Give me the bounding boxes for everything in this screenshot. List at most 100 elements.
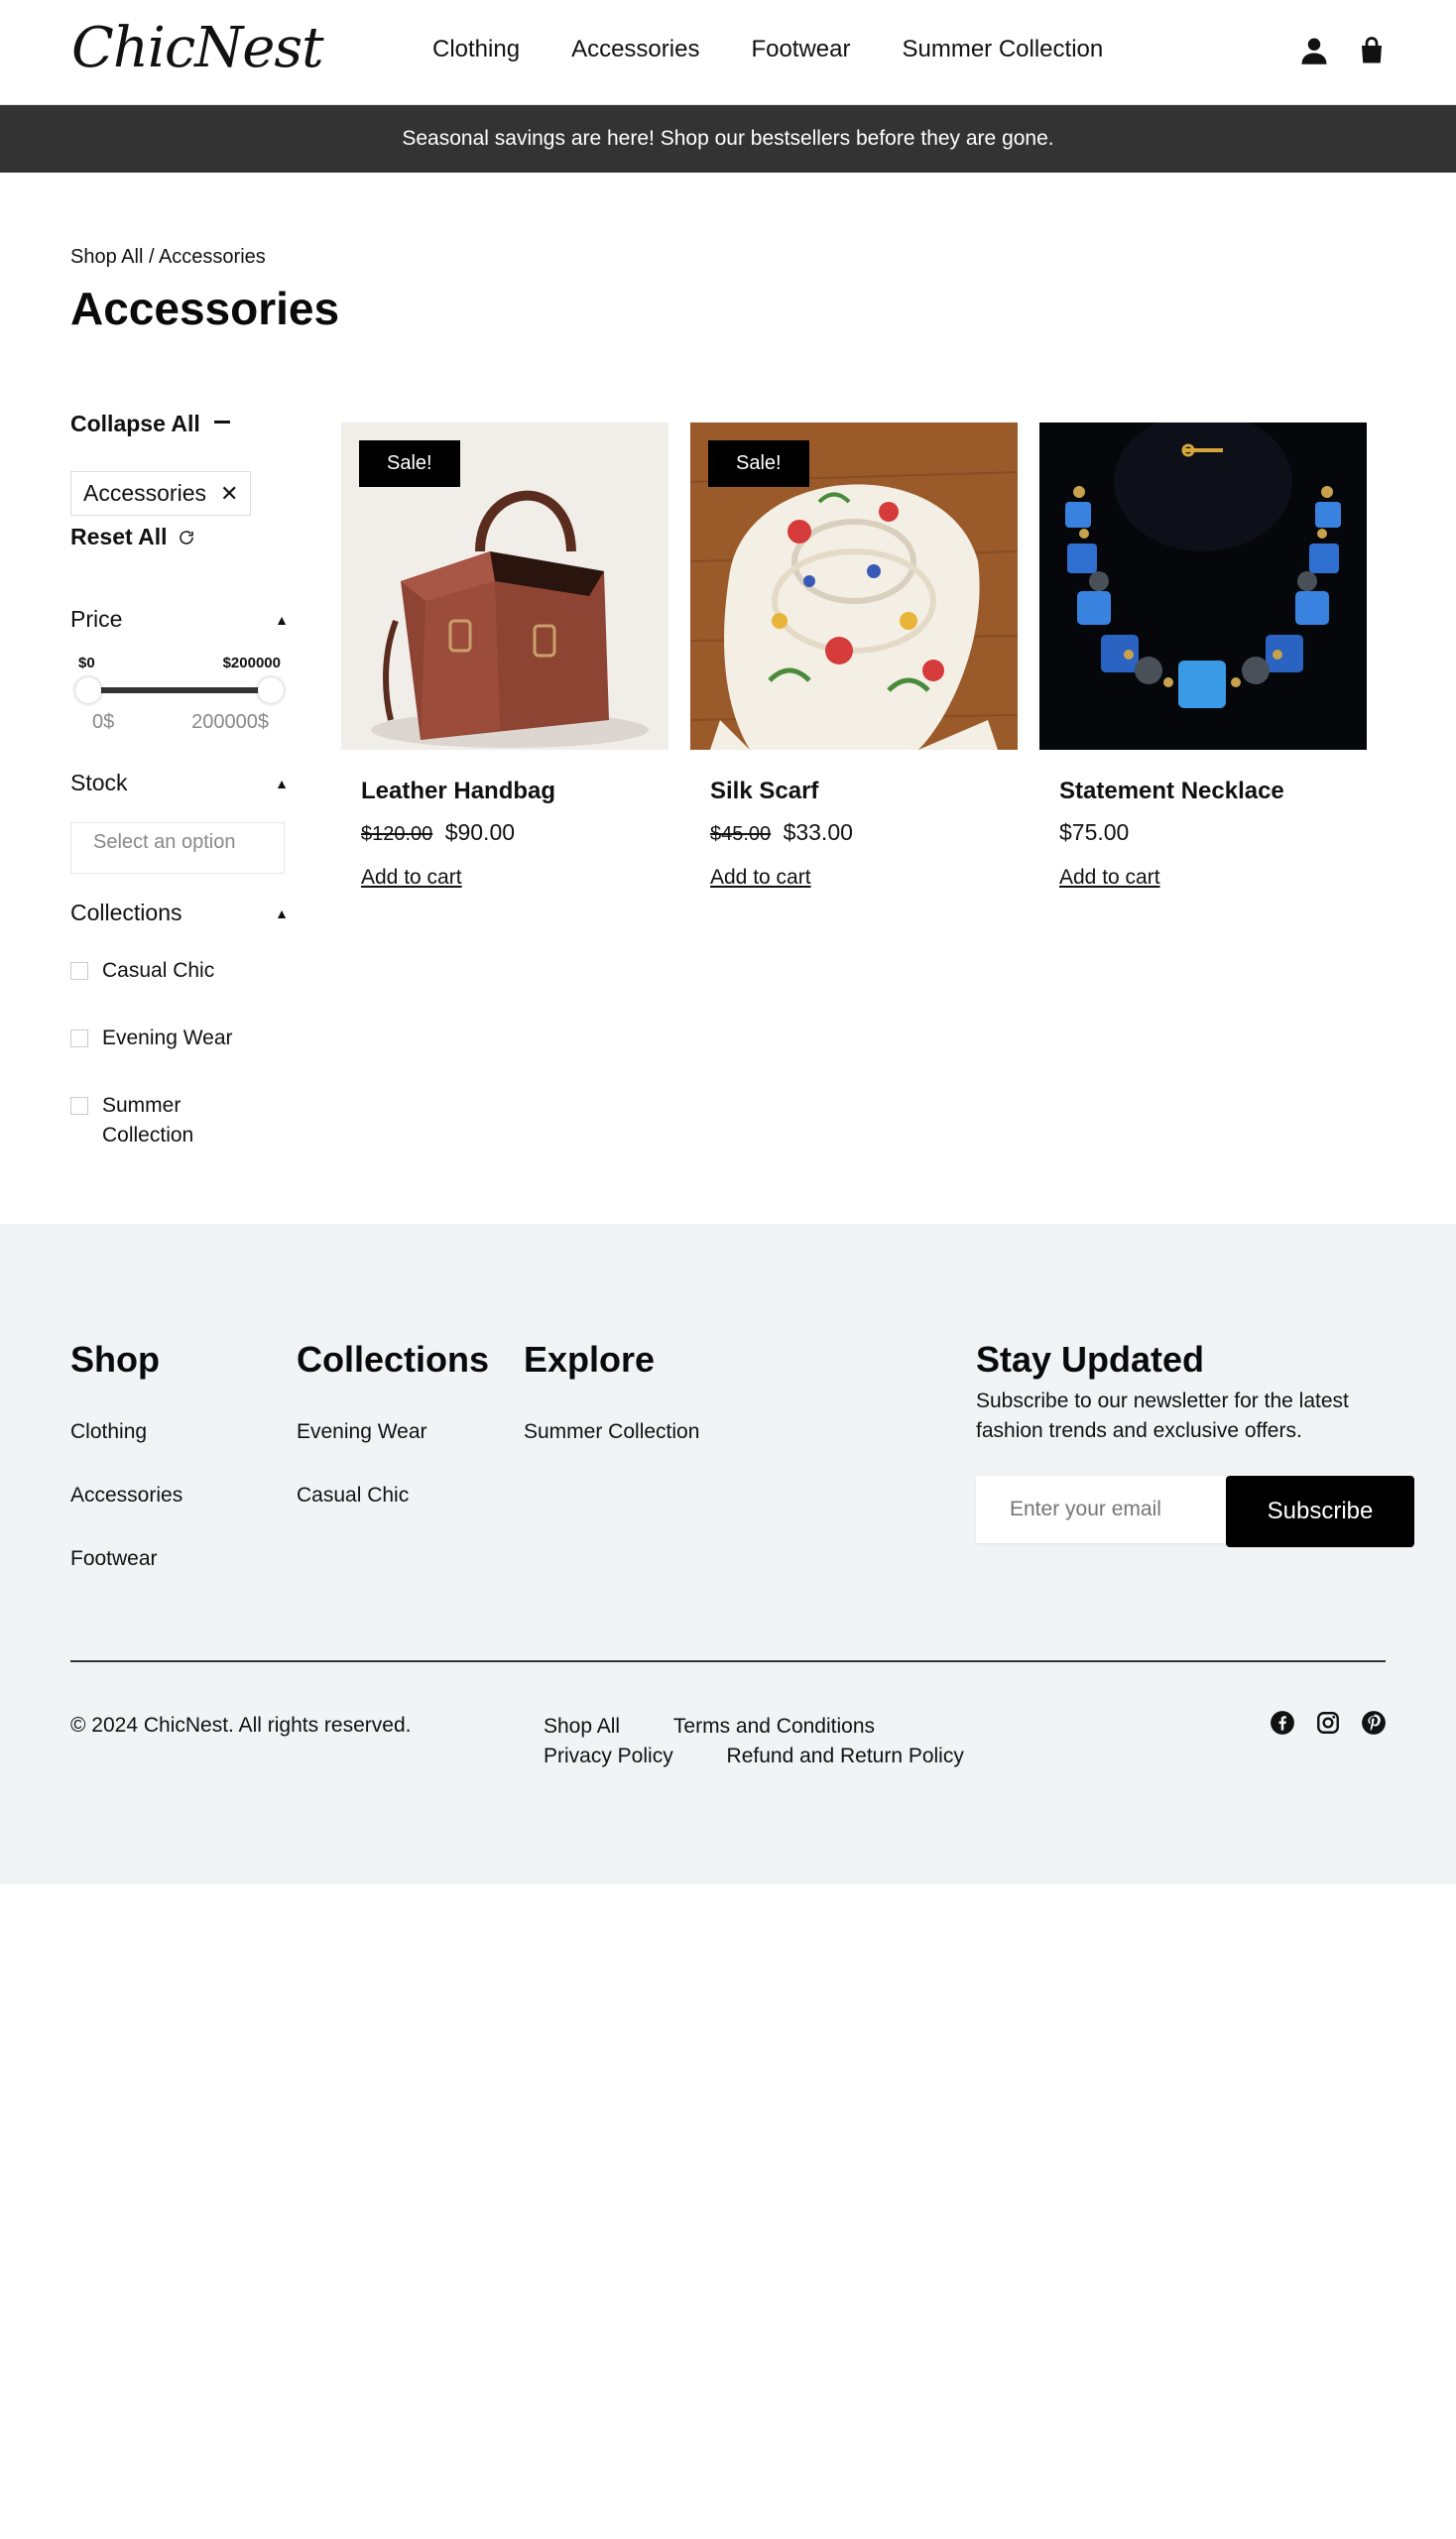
collection-option-evening-wear[interactable]: Evening Wear <box>70 1024 289 1053</box>
active-filter-chip[interactable]: Accessories ✕ <box>70 471 252 516</box>
product-card[interactable]: Sale! Silk Scarf $45.00 $33.00 Add to ca… <box>690 423 1018 890</box>
collection-option-casual-chic[interactable]: Casual Chic <box>70 956 289 986</box>
checkbox[interactable] <box>70 962 88 980</box>
legal-link[interactable]: Refund and Return Policy <box>727 1742 964 1771</box>
reset-all-button[interactable]: Reset All <box>70 524 289 550</box>
logo[interactable]: ChicNest <box>71 16 324 80</box>
newsletter-title: Stay Updated <box>976 1339 1205 1380</box>
footer-shop-column: Shop Clothing Accessories Footwear <box>70 1339 182 1611</box>
checkbox[interactable] <box>70 1097 88 1115</box>
newsletter-text: Subscribe to our newsletter for the late… <box>976 1390 1349 1442</box>
old-price: $120.00 <box>361 823 433 845</box>
price-values: 0$ 200000$ <box>70 711 289 734</box>
price-filter-label: Price <box>70 606 123 632</box>
collapse-all-label: Collapse All <box>70 411 200 436</box>
price-max-value: 200000$ <box>191 711 269 733</box>
facebook-icon[interactable] <box>1270 1710 1295 1736</box>
current-price: $75.00 <box>1059 819 1130 845</box>
footer-column-title: Shop <box>70 1339 160 1380</box>
footer-link[interactable]: Casual Chic <box>297 1484 489 1508</box>
footer-link[interactable]: Footwear <box>70 1547 182 1571</box>
footer-collections-column: Collections Evening Wear Casual Chic <box>297 1339 489 1547</box>
product-name[interactable]: Silk Scarf <box>690 778 1018 805</box>
product-image-necklace[interactable] <box>1039 423 1367 750</box>
price-slider-labels: $0 $200000 <box>70 655 289 671</box>
main-nav: Clothing Accessories Footwear Summer Col… <box>432 36 1103 63</box>
stock-select[interactable]: Select an option <box>70 822 285 874</box>
slider-thumb-max[interactable] <box>258 677 284 703</box>
product-image-scarf[interactable]: Sale! <box>690 423 1018 750</box>
pinterest-icon[interactable] <box>1361 1710 1387 1736</box>
collections-list: Casual Chic Evening Wear Summer Collecti… <box>70 956 289 1150</box>
close-icon[interactable]: ✕ <box>220 481 238 507</box>
stock-filter-header[interactable]: Stock ▲ <box>70 770 289 796</box>
nav-summer-collection[interactable]: Summer Collection <box>902 36 1103 63</box>
newsletter: Stay Updated Subscribe to our newsletter… <box>976 1339 1414 1547</box>
footer-column-title: Collections <box>297 1339 490 1380</box>
nav-accessories[interactable]: Accessories <box>571 36 699 63</box>
shopping-bag-icon[interactable] <box>1357 36 1387 65</box>
collections-filter-label: Collections <box>70 900 182 925</box>
checkbox[interactable] <box>70 1029 88 1047</box>
reset-all-label: Reset All <box>70 524 168 549</box>
filter-sidebar: Collapse All Accessories ✕ Reset All Pri… <box>70 411 289 1150</box>
price-min-label: $0 <box>78 655 95 671</box>
price-filter-header[interactable]: Price ▲ <box>70 606 289 633</box>
old-price: $45.00 <box>710 823 772 845</box>
nav-footwear[interactable]: Footwear <box>751 36 850 63</box>
price-min-value: 0$ <box>92 711 115 733</box>
product-card[interactable]: Sale! Leather Handbag $120.00 $90.00 Add… <box>341 423 668 890</box>
footer-column-title: Explore <box>524 1339 656 1380</box>
footer-explore-column: Explore Summer Collection <box>524 1339 699 1484</box>
legal-link[interactable]: Shop All <box>544 1712 620 1742</box>
sale-badge: Sale! <box>359 440 460 487</box>
copyright: © 2024 ChicNest. All rights reserved. <box>70 1714 412 1737</box>
collections-filter-header[interactable]: Collections ▲ <box>70 900 289 926</box>
collection-option-label: Casual Chic <box>102 959 215 982</box>
footer-link[interactable]: Evening Wear <box>297 1420 489 1444</box>
social-links <box>1270 1710 1387 1736</box>
price-range-slider[interactable] <box>70 675 289 705</box>
collection-option-label: Summer Collection <box>102 1094 194 1147</box>
refresh-icon <box>179 530 193 544</box>
slider-track <box>88 687 271 693</box>
legal-link[interactable]: Privacy Policy <box>544 1742 673 1771</box>
announcement-bar: Seasonal savings are here! Shop our best… <box>0 105 1456 173</box>
footer-divider <box>70 1660 1386 1662</box>
header-actions <box>1299 36 1387 65</box>
product-name[interactable]: Leather Handbag <box>341 778 668 805</box>
product-grid: Sale! Leather Handbag $120.00 $90.00 Add… <box>341 423 1367 890</box>
subscribe-button[interactable]: Subscribe <box>1226 1476 1414 1547</box>
slider-thumb-min[interactable] <box>75 677 101 703</box>
instagram-icon[interactable] <box>1315 1710 1341 1736</box>
active-filter-label: Accessories <box>83 480 206 506</box>
footer-link[interactable]: Summer Collection <box>524 1420 699 1444</box>
legal-links: Shop All Terms and Conditions Privacy Po… <box>544 1712 1099 1771</box>
add-to-cart-link[interactable]: Add to cart <box>341 866 668 890</box>
site-header: ChicNest Clothing Accessories Footwear S… <box>0 0 1456 105</box>
product-price: $45.00 $33.00 <box>690 819 1018 846</box>
chevron-up-icon: ▲ <box>275 905 289 921</box>
product-image-handbag[interactable]: Sale! <box>341 423 668 750</box>
add-to-cart-link[interactable]: Add to cart <box>1039 866 1367 890</box>
product-name[interactable]: Statement Necklace <box>1039 778 1367 805</box>
site-footer: Shop Clothing Accessories Footwear Colle… <box>0 1224 1456 1884</box>
footer-link[interactable]: Clothing <box>70 1420 182 1444</box>
collection-option-summer-collection[interactable]: Summer Collection <box>70 1091 289 1150</box>
page-title: Accessories <box>70 283 340 334</box>
legal-link[interactable]: Terms and Conditions <box>673 1712 875 1742</box>
add-to-cart-link[interactable]: Add to cart <box>690 866 1018 890</box>
collapse-all-button[interactable]: Collapse All <box>70 411 289 437</box>
chevron-up-icon: ▲ <box>275 775 289 791</box>
breadcrumb[interactable]: Shop All / Accessories <box>70 246 266 269</box>
user-icon[interactable] <box>1299 36 1329 65</box>
price-max-label: $200000 <box>222 655 281 671</box>
footer-link[interactable]: Accessories <box>70 1484 182 1508</box>
product-price: $75.00 <box>1039 819 1367 846</box>
sale-badge: Sale! <box>708 440 809 487</box>
nav-clothing[interactable]: Clothing <box>432 36 520 63</box>
stock-filter-label: Stock <box>70 770 128 795</box>
email-field[interactable] <box>976 1476 1234 1543</box>
minus-icon <box>213 421 230 423</box>
product-card[interactable]: Statement Necklace $75.00 Add to cart <box>1039 423 1367 890</box>
